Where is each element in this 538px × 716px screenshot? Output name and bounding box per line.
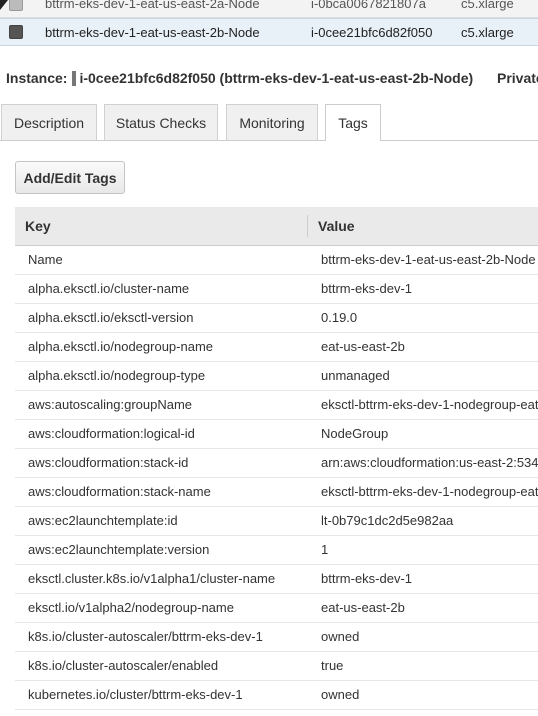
tags-table: Key Value Name bttrm-eks-dev-1-eat-us-eas…	[15, 207, 538, 710]
instance-type-cell: c5.xlarge	[461, 24, 514, 40]
tab-monitoring[interactable]: Monitoring	[226, 104, 318, 140]
table-row: alpha.eksctl.io/nodegroup-type unmanaged	[15, 362, 538, 391]
value-column-header[interactable]: Value	[318, 218, 355, 234]
tag-value: true	[321, 658, 344, 673]
tag-key: k8s.io/cluster-autoscaler/enabled	[28, 658, 219, 673]
tag-key: aws:ec2launchtemplate:id	[28, 513, 178, 528]
tag-value: owned	[321, 687, 360, 702]
tag-key: alpha.eksctl.io/nodegroup-type	[28, 368, 206, 383]
table-row: aws:ec2launchtemplate:id lt-0b79c1dc2d5e9…	[15, 507, 538, 536]
tag-value: owned	[321, 629, 360, 644]
tag-value: arn:aws:cloudformation:us-east-2:534	[321, 455, 538, 470]
tag-value: lt-0b79c1dc2d5e982aa	[321, 513, 454, 528]
table-row: eksctl.io/v1alpha2/nodegroup-name eat-us-…	[15, 594, 538, 623]
detail-tabs: Description Status Checks Monitoring Tag…	[0, 104, 538, 141]
private-ip-label: Private	[497, 70, 538, 86]
tag-key: aws:cloudformation:stack-name	[28, 484, 211, 499]
instance-id-cell: i-0cee21bfc6d82f050	[311, 24, 433, 40]
tag-key: alpha.eksctl.io/eksctl-version	[28, 310, 194, 325]
tags-panel: Add/Edit Tags Key Value Name bttrm-eks-de…	[0, 141, 538, 716]
table-row: kubernetes.io/cluster/bttrm-eks-dev-1 own…	[15, 681, 538, 710]
table-row: aws:cloudformation:stack-name eksctl-bttr…	[15, 478, 538, 507]
table-row: aws:cloudformation:logical-id NodeGroup	[15, 420, 538, 449]
instance-label: Instance:	[6, 70, 68, 86]
row-checkbox[interactable]	[9, 25, 23, 39]
table-row: k8s.io/cluster-autoscaler/enabled true	[15, 652, 538, 681]
table-row: aws:autoscaling:groupName eksctl-bttrm-ek…	[15, 391, 538, 420]
instance-id-cell: i-0bca0067821807a	[311, 0, 426, 11]
instance-header: Instance: i-0cee21bfc6d82f050 (bttrm-eks…	[6, 67, 538, 89]
table-row: alpha.eksctl.io/nodegroup-name eat-us-eas…	[15, 333, 538, 362]
instance-name-cell: bttrm-eks-dev-1-eat-us-east-2a-Node	[45, 0, 260, 11]
tag-key: aws:cloudformation:logical-id	[28, 426, 195, 441]
instance-state-icon	[72, 70, 77, 86]
key-column-header[interactable]: Key	[25, 218, 51, 234]
mouse-cursor-icon	[0, 0, 8, 10]
instance-id-title: i-0cee21bfc6d82f050 (bttrm-eks-dev-1-eat…	[79, 70, 474, 86]
instance-row-selected[interactable]: bttrm-eks-dev-1-eat-us-east-2b-Node i-0c…	[0, 18, 538, 46]
instance-type-cell: c5.xlarge	[461, 0, 514, 11]
tag-key: eksctl.cluster.k8s.io/v1alpha1/cluster-n…	[28, 571, 276, 586]
tab-description[interactable]: Description	[1, 104, 97, 140]
tag-key: kubernetes.io/cluster/bttrm-eks-dev-1	[28, 687, 243, 702]
table-row: aws:ec2launchtemplate:version 1	[15, 536, 538, 565]
table-row: alpha.eksctl.io/eksctl-version 0.19.0	[15, 304, 538, 333]
table-row: Name bttrm-eks-dev-1-eat-us-east-2b-Node	[15, 246, 538, 275]
tag-key: aws:ec2launchtemplate:version	[28, 542, 210, 557]
table-row: eksctl.cluster.k8s.io/v1alpha1/cluster-n…	[15, 565, 538, 594]
tag-key: Name	[28, 252, 63, 267]
tag-value: 0.19.0	[321, 310, 358, 325]
tab-status-checks[interactable]: Status Checks	[104, 104, 218, 140]
column-divider[interactable]	[307, 215, 308, 237]
tag-value: NodeGroup	[321, 426, 389, 441]
tag-value: eksctl-bttrm-eks-dev-1-nodegroup-eat-	[321, 397, 538, 412]
tag-value: bttrm-eks-dev-1	[321, 571, 413, 586]
add-edit-tags-button[interactable]: Add/Edit Tags	[15, 161, 125, 194]
tag-value: bttrm-eks-dev-1	[321, 281, 413, 296]
tag-key: eksctl.io/v1alpha2/nodegroup-name	[28, 600, 234, 615]
table-row: alpha.eksctl.io/cluster-name bttrm-eks-de…	[15, 275, 538, 304]
tag-key: k8s.io/cluster-autoscaler/bttrm-eks-dev-…	[28, 629, 263, 644]
tag-value: eksctl-bttrm-eks-dev-1-nodegroup-eat-	[321, 484, 538, 499]
tag-key: aws:cloudformation:stack-id	[28, 455, 189, 470]
tab-tags[interactable]: Tags	[325, 104, 381, 141]
tags-table-header: Key Value	[15, 207, 538, 246]
instance-row[interactable]: bttrm-eks-dev-1-eat-us-east-2a-Node i-0b…	[0, 0, 538, 18]
table-row: aws:cloudformation:stack-id arn:aws:cloud…	[15, 449, 538, 478]
tag-value: bttrm-eks-dev-1-eat-us-east-2b-Node	[321, 252, 536, 267]
tag-value: 1	[321, 542, 329, 557]
tags-table-body: Name bttrm-eks-dev-1-eat-us-east-2b-Node a…	[15, 246, 538, 710]
tag-value: eat-us-east-2b	[321, 339, 405, 354]
instance-name-cell: bttrm-eks-dev-1-eat-us-east-2b-Node	[45, 24, 260, 40]
tag-key: alpha.eksctl.io/nodegroup-name	[28, 339, 214, 354]
row-checkbox[interactable]	[9, 0, 23, 11]
tag-value: eat-us-east-2b	[321, 600, 405, 615]
table-row: k8s.io/cluster-autoscaler/bttrm-eks-dev-…	[15, 623, 538, 652]
tag-key: aws:autoscaling:groupName	[28, 397, 193, 412]
tag-key: alpha.eksctl.io/cluster-name	[28, 281, 190, 296]
tag-value: unmanaged	[321, 368, 390, 383]
